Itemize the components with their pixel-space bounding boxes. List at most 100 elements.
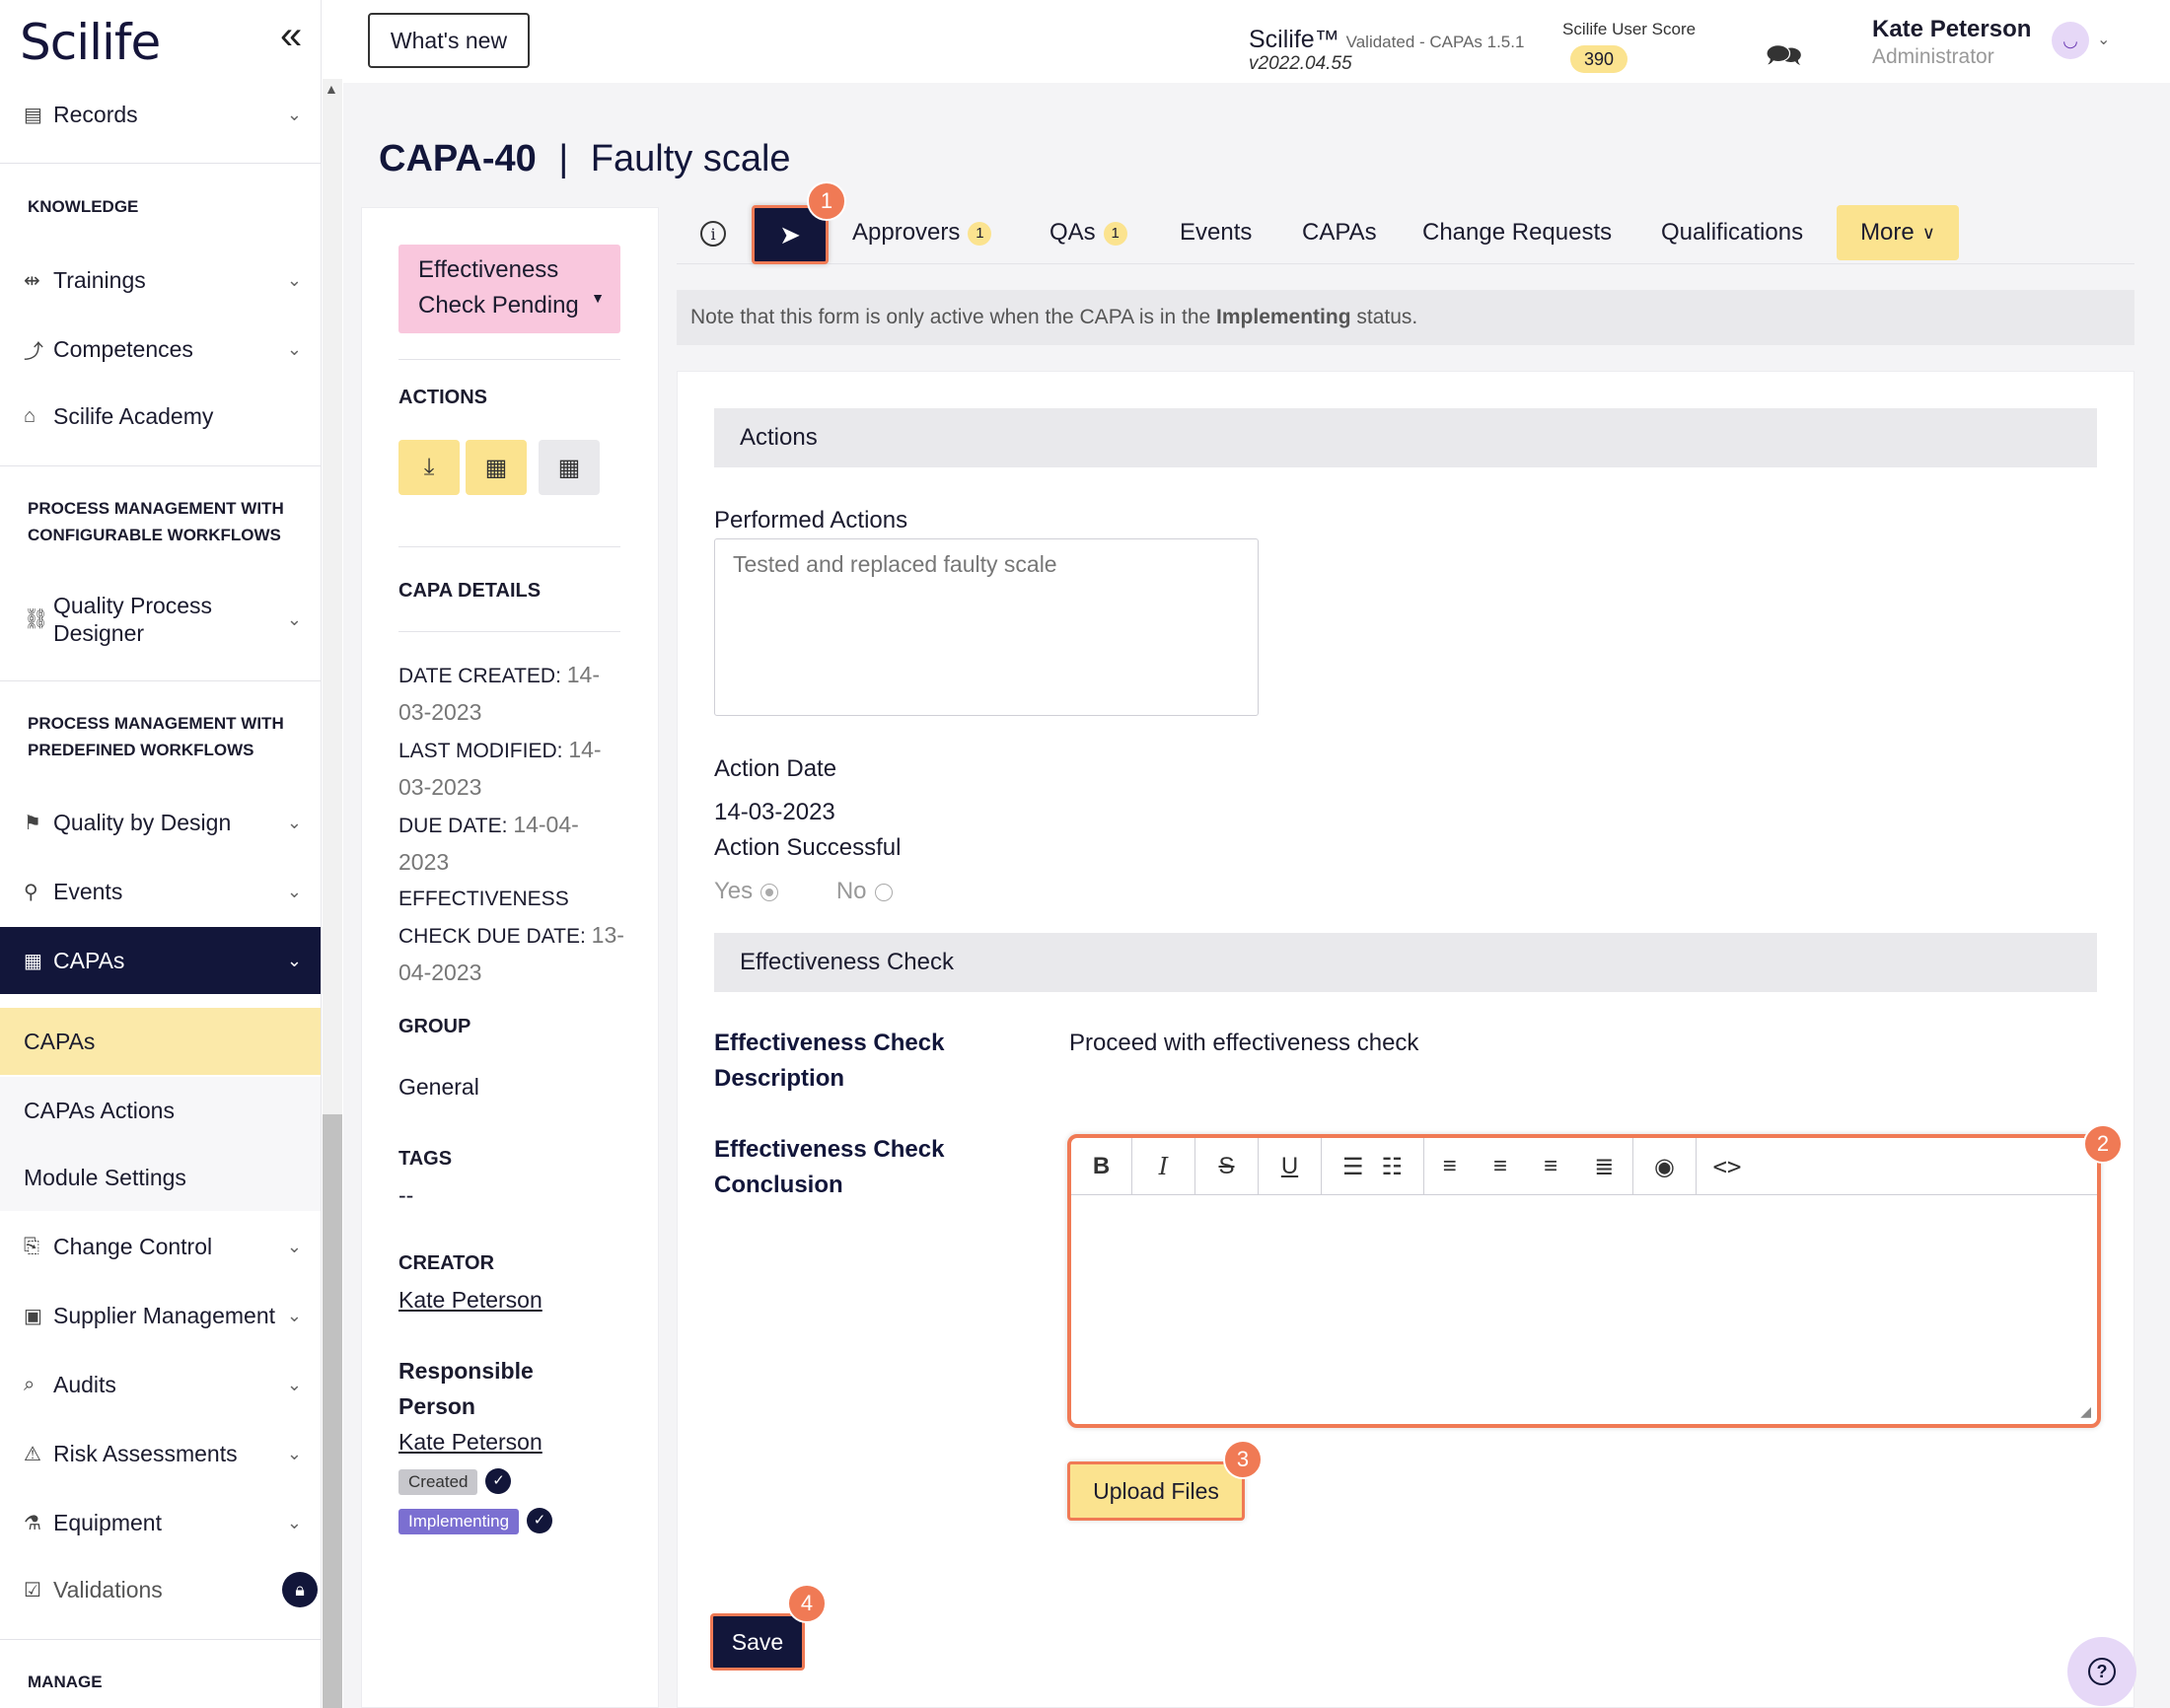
sidebar-item-audits[interactable]: ⌕ Audits ⌄	[0, 1353, 321, 1416]
sidebar-item-competences[interactable]: ⤴ Competences ⌄	[0, 318, 321, 381]
divider	[398, 359, 620, 360]
step-marker-2: 2	[2083, 1124, 2123, 1164]
status-dropdown[interactable]: Effectiveness Check Pending ▼	[398, 245, 620, 333]
product-version: Scilife™ Validated - CAPAs 1.5.1	[1249, 26, 1524, 54]
more-tabs-button[interactable]: More ∨	[1837, 205, 1959, 260]
align-justify-icon[interactable]: ≣	[1594, 1153, 1614, 1181]
user-score-label: Scilife User Score	[1562, 20, 1697, 38]
double-chevron-left-icon[interactable]: «	[280, 14, 302, 58]
align-left-icon[interactable]: ≡	[1443, 1153, 1457, 1180]
radio-no[interactable]	[874, 883, 893, 901]
tab-qas[interactable]: QAs 1	[1049, 219, 1127, 247]
due-date-value: 14-04-	[513, 812, 579, 837]
italic-icon[interactable]: I	[1132, 1138, 1195, 1195]
divider	[398, 546, 620, 547]
sidebar-item-trainings[interactable]: ⇹ Trainings ⌄	[0, 249, 321, 312]
label-line: Description	[714, 1065, 845, 1092]
label-line: Designer	[53, 620, 145, 646]
bullet-list-icon[interactable]: ☰	[1342, 1153, 1364, 1181]
step-marker-4: 4	[787, 1584, 827, 1623]
numbered-list-icon[interactable]: ☷	[1382, 1153, 1404, 1181]
sidebar-item-label: Records	[53, 101, 138, 127]
sidebar-item-capas[interactable]: ▦ CAPAs ⌄	[0, 927, 321, 994]
sidebar: Scilife « ▤ Records ⌄ KNOWLEDGE ⇹ Traini…	[0, 0, 322, 1708]
validated-label: Validated - CAPAs 1.5.1	[1345, 33, 1525, 51]
label-line: Person	[398, 1393, 475, 1419]
sidebar-item-validations[interactable]: ☑ Validations 🔒︎	[0, 1558, 321, 1621]
whats-new-button[interactable]: What's new	[368, 13, 530, 68]
calendar-icon[interactable]: ▦	[466, 440, 527, 495]
group-heading: GROUP	[398, 1016, 471, 1037]
sidebar-subitem-capas-actions[interactable]: CAPAs Actions	[0, 1077, 321, 1144]
eff-conclusion-editor[interactable]: B I S U ☰ ☷ ≡ ≡ ≡ ≣ ◉ <> ◢	[1067, 1134, 2101, 1428]
graduation-cap-icon: ⌂	[24, 404, 36, 427]
product-name: Scilife™	[1249, 26, 1339, 53]
competences-icon: ⤴	[24, 340, 43, 363]
sidebar-scrollbar-thumb[interactable]	[323, 1114, 342, 1708]
sidebar-item-quality-by-design[interactable]: ⚑ Quality by Design ⌄	[0, 791, 321, 854]
editor-toolbar: B I S U ☰ ☷ ≡ ≡ ≡ ≣ ◉ <>	[1071, 1138, 2097, 1195]
chevron-down-icon[interactable]: ⌄	[2097, 30, 2110, 49]
resize-handle-icon[interactable]: ◢	[2080, 1403, 2091, 1420]
calendar-schedule-icon[interactable]: ▦	[539, 440, 600, 495]
performed-actions-field[interactable]: Tested and replaced faulty scale	[714, 538, 1259, 716]
user-name[interactable]: Kate Peterson	[1872, 16, 2031, 43]
sidebar-item-supplier-management[interactable]: ▣ Supplier Management ⌄	[0, 1284, 321, 1347]
due-date-key: DUE DATE:	[398, 815, 508, 837]
align-center-icon[interactable]: ≡	[1493, 1153, 1507, 1180]
chevron-down-icon: ⌄	[286, 338, 302, 359]
eff-desc-value: Proceed with effectiveness check	[1069, 1030, 1419, 1056]
divider	[0, 1639, 321, 1640]
sidebar-subitem-capas[interactable]: CAPAs	[0, 1008, 321, 1075]
sidebar-item-events[interactable]: ⚲ Events ⌄	[0, 860, 321, 923]
align-right-icon[interactable]: ≡	[1544, 1153, 1557, 1180]
help-button[interactable]: ?	[2067, 1637, 2136, 1706]
scroll-up-arrow-icon[interactable]: ▲	[325, 81, 338, 97]
radio-yes[interactable]	[760, 883, 779, 901]
clipboard-check-icon: ☑	[24, 1579, 41, 1601]
sidebar-item-change-control[interactable]: ⎘ Change Control ⌄	[0, 1215, 321, 1278]
tab-qualifications[interactable]: Qualifications	[1661, 219, 1803, 247]
records-icon: ▤	[24, 104, 42, 126]
more-label: More	[1860, 219, 1915, 246]
underline-icon[interactable]: U	[1259, 1138, 1322, 1195]
section-header-line: PROCESS MANAGEMENT WITH	[28, 499, 284, 518]
sidebar-subitem-module-settings[interactable]: Module Settings	[0, 1144, 321, 1211]
sidebar-item-label: Competences	[53, 335, 193, 362]
tab-approvers[interactable]: Approvers 1	[852, 219, 992, 247]
cursor-pointer-icon: ➤	[779, 219, 801, 249]
sidebar-item-risk-assessments[interactable]: ⚠ Risk Assessments ⌄	[0, 1422, 321, 1485]
chevron-down-icon: ⌄	[286, 1305, 302, 1325]
sidebar-item-records[interactable]: ▤ Records ⌄	[0, 83, 321, 146]
chevron-down-icon: ⌄	[286, 1374, 302, 1394]
code-view-icon[interactable]: <>	[1697, 1138, 1758, 1195]
workflow-icon: ⛓	[24, 608, 49, 630]
sidebar-item-quality-process-designer[interactable]: ⛓ Quality Process Designer ⌄	[0, 588, 321, 651]
responsible-heading: Responsible Person	[398, 1353, 625, 1424]
bold-icon[interactable]: B	[1071, 1138, 1132, 1195]
section-header-line: PREDEFINED WORKFLOWS	[28, 741, 254, 759]
chat-icon[interactable]: 🗪︎	[1766, 34, 1802, 84]
responsible-link[interactable]: Kate Peterson	[398, 1424, 625, 1459]
tab-capas[interactable]: CAPAs	[1302, 219, 1377, 247]
dumbbell-icon: ⇹	[24, 269, 40, 292]
preview-eye-icon[interactable]: ◉	[1633, 1138, 1697, 1195]
upload-files-button[interactable]: Upload Files	[1067, 1461, 1245, 1521]
action-successful-label: Action Successful	[714, 834, 902, 861]
info-icon[interactable]: i	[700, 221, 726, 247]
sidebar-item-academy[interactable]: ⌂ Scilife Academy	[0, 385, 321, 448]
date-created-value: 14-	[566, 662, 600, 687]
download-icon[interactable]: ⤓	[398, 440, 460, 495]
avatar[interactable]: ◡	[2052, 22, 2089, 59]
creator-heading: CREATOR	[398, 1252, 495, 1274]
user-role: Administrator	[1872, 45, 1994, 68]
chevron-down-icon: ⌄	[286, 1512, 302, 1532]
page-title: CAPA-40 | Faulty scale	[379, 138, 791, 180]
save-button[interactable]: Save	[710, 1613, 805, 1671]
tab-events[interactable]: Events	[1180, 219, 1252, 247]
eff-due-value: 13-	[591, 922, 624, 948]
strikethrough-icon[interactable]: S	[1195, 1138, 1259, 1195]
tab-change-requests[interactable]: Change Requests	[1422, 219, 1612, 247]
sidebar-item-equipment[interactable]: ⚗ Equipment ⌄	[0, 1491, 321, 1554]
creator-link[interactable]: Kate Peterson	[398, 1282, 625, 1317]
